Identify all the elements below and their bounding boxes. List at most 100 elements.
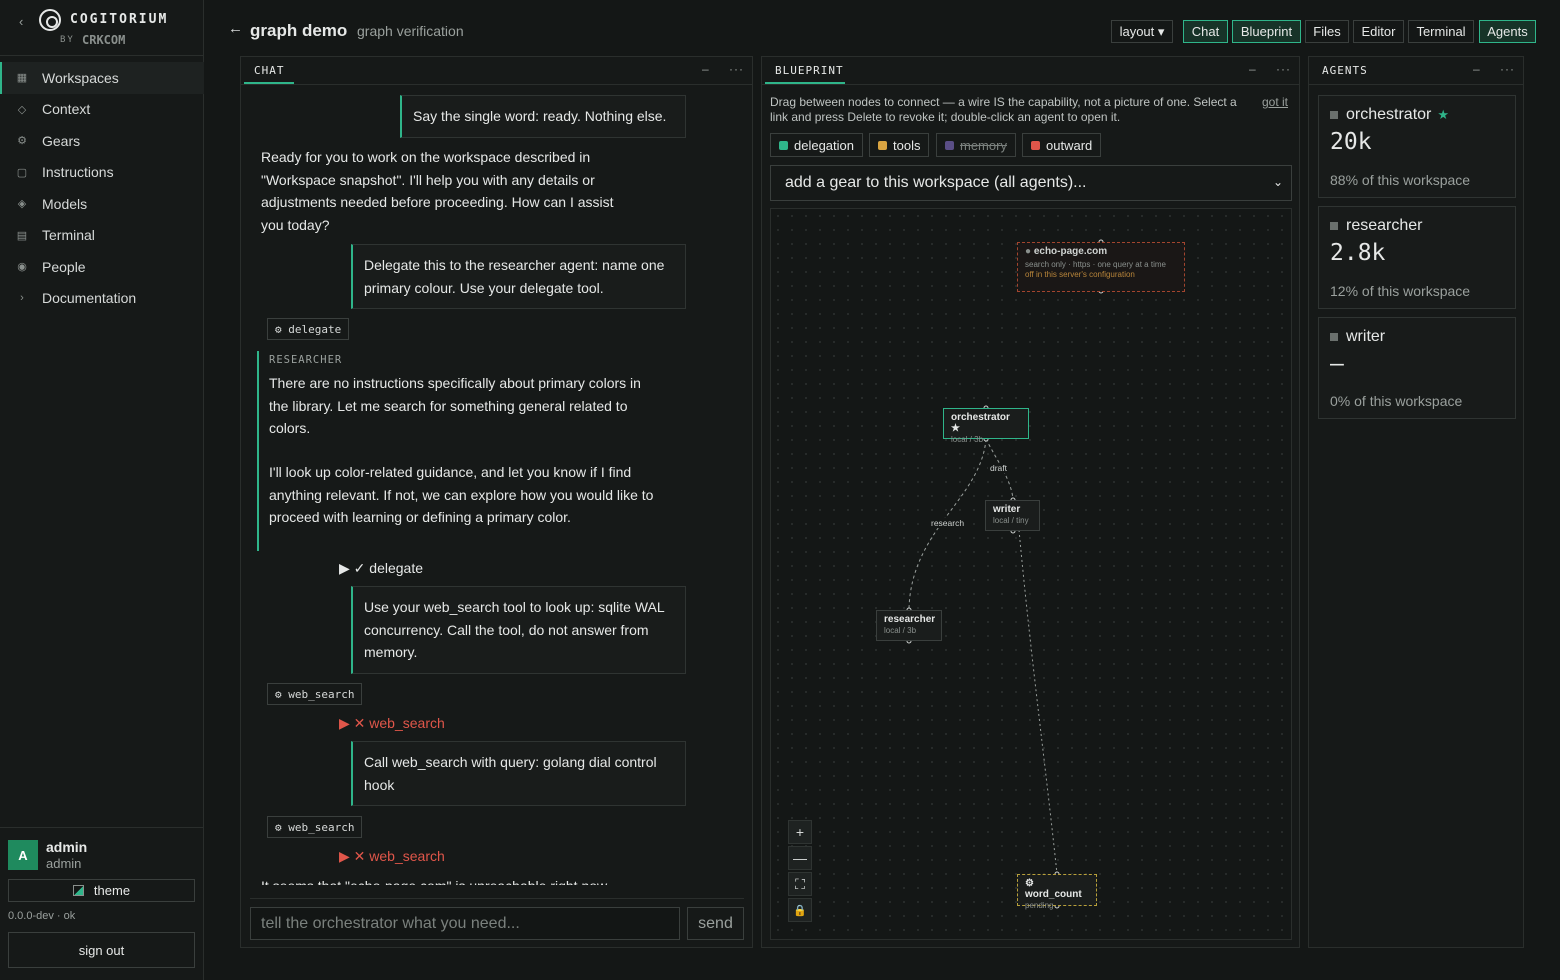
view-files-button[interactable]: Files [1305, 20, 1349, 43]
filter-tools[interactable]: tools [869, 133, 930, 157]
agent-card-writer[interactable]: writer — 0% of this workspace [1318, 317, 1516, 419]
filter-label: delegation [794, 137, 854, 153]
researcher-thread [257, 351, 259, 551]
node-subtitle: local / tiny [993, 516, 1029, 525]
filter-label: tools [893, 137, 921, 153]
chat-message-list[interactable]: Say the single word: ready. Nothing else… [241, 85, 752, 885]
node-title: writer [993, 504, 1021, 515]
zoom-in-button[interactable]: + [788, 820, 812, 844]
chat-panel: CHAT – ··· Say the single word: ready. N… [240, 56, 753, 948]
delegate-result-toggle[interactable]: ▶ ✓ delegate [339, 560, 423, 577]
node-title: orchestrator ★ [951, 412, 1010, 434]
version-status: 0.0.0-dev · ok [8, 910, 76, 922]
node-subtitle: local / 3b [951, 435, 984, 444]
sidebar-item-models[interactable]: ◈ Models [0, 188, 204, 220]
web-search-error-toggle[interactable]: ▶ ✕ web_search [339, 848, 445, 865]
got-it-link[interactable]: got it [1262, 95, 1288, 109]
agent-share: 0% of this workspace [1330, 393, 1463, 409]
terminal-icon: ▤ [16, 229, 28, 242]
sidebar-item-label: Models [42, 195, 88, 212]
sidebar-item-label: Documentation [42, 290, 137, 307]
user-message: Say the single word: ready. Nothing else… [400, 95, 686, 138]
back-arrow-icon[interactable]: ← [228, 20, 243, 37]
sidebar-item-label: People [42, 258, 86, 275]
node-echo-page[interactable]: ● echo-page.com search only · https · on… [1017, 242, 1185, 292]
sidebar-item-label: Context [42, 101, 91, 118]
tool-call-badge[interactable]: ⚙ web_search [267, 816, 363, 838]
divider [250, 898, 744, 899]
tool-call-badge[interactable]: ⚙ web_search [267, 683, 363, 705]
node-word-count[interactable]: ⚙ word_count pending [1017, 874, 1097, 910]
sidebar: ‹ COGITORIUM BY CRKCOM ▦ Workspaces ◇ Cont… [0, 0, 204, 980]
more-options-icon[interactable]: ··· [1500, 62, 1515, 76]
chat-input[interactable]: tell the orchestrator what you need... [250, 907, 680, 940]
brand-by: BY [60, 35, 75, 45]
collapse-sidebar-icon[interactable]: ‹ [19, 14, 23, 29]
add-gear-select[interactable]: add a gear to this workspace (all agents… [770, 165, 1292, 201]
sidebar-item-documentation[interactable]: › Documentation [0, 283, 204, 315]
more-options-icon[interactable]: ··· [1276, 62, 1291, 76]
filter-label: memory [960, 137, 1007, 153]
panel-title: CHAT [254, 64, 285, 77]
document-icon: ▢ [16, 166, 28, 179]
chat-panel-header: CHAT – ··· [241, 57, 752, 85]
brand-header: ‹ COGITORIUM BY CRKCOM [0, 0, 204, 56]
more-options-icon[interactable]: ··· [729, 62, 744, 76]
send-button[interactable]: send [687, 907, 744, 940]
panel-title: BLUEPRINT [775, 64, 844, 77]
sidebar-item-label: Instructions [42, 164, 114, 181]
user-message: Use your web_search tool to look up: sql… [351, 586, 686, 674]
minimize-icon[interactable]: – [1473, 62, 1480, 76]
assistant-message: Ready for you to work on the workspace d… [261, 149, 614, 233]
agent-card-orchestrator[interactable]: orchestrator ★ 20k 88% of this workspace [1318, 95, 1516, 198]
minimize-icon[interactable]: – [702, 62, 709, 76]
user-name: admin [46, 839, 88, 855]
sidebar-item-label: Terminal [42, 227, 95, 244]
page-title: graph demo [250, 21, 348, 40]
outward-swatch [1031, 140, 1040, 150]
web-search-error-toggle[interactable]: ▶ ✕ web_search [339, 715, 445, 732]
sign-out-button[interactable]: sign out [8, 932, 195, 968]
panel-tab-underline [765, 82, 845, 84]
view-blueprint-button[interactable]: Blueprint [1232, 20, 1301, 43]
view-terminal-button[interactable]: Terminal [1408, 20, 1474, 43]
zoom-out-button[interactable]: — [788, 846, 812, 870]
sign-out-label: sign out [78, 942, 125, 958]
node-orchestrator[interactable]: orchestrator ★ local / 3b [943, 408, 1029, 444]
sidebar-item-terminal[interactable]: ▤ Terminal [0, 220, 204, 252]
node-researcher[interactable]: researcher local / 3b [876, 610, 942, 641]
sidebar-item-workspaces[interactable]: ▦ Workspaces [0, 62, 204, 94]
filter-delegation[interactable]: delegation [770, 133, 863, 157]
avatar: A [8, 840, 38, 870]
sidebar-item-instructions[interactable]: ▢ Instructions [0, 157, 204, 189]
chevron-down-icon: ⌄ [1272, 175, 1283, 189]
user-message: Call web_search with query: golang dial … [351, 741, 686, 806]
filter-memory[interactable]: memory [936, 133, 1016, 157]
agents-panel: AGENTS – ··· orchestrator ★ 20k 88% of th… [1308, 56, 1524, 948]
view-editor-button[interactable]: Editor [1353, 20, 1404, 43]
view-chat-button[interactable]: Chat [1183, 20, 1228, 43]
fit-view-button[interactable]: ⛶ [788, 872, 812, 896]
agent-card-researcher[interactable]: researcher 2.8k 12% of this workspace [1318, 206, 1516, 309]
tool-call-badge[interactable]: ⚙ delegate [267, 318, 350, 340]
blueprint-canvas[interactable]: draft research ● echo-page.com search on… [770, 208, 1292, 940]
sidebar-item-gears[interactable]: ⚙ Gears [0, 125, 204, 157]
lock-button[interactable]: 🔒 [788, 898, 812, 922]
theme-button[interactable]: theme [8, 879, 195, 902]
filter-outward[interactable]: outward [1022, 133, 1102, 157]
edge-writer-word-count[interactable] [1018, 529, 1058, 875]
layout-dropdown[interactable]: layout ▾ [1111, 20, 1173, 43]
tools-swatch [878, 140, 887, 150]
agent-status-icon [1330, 111, 1338, 119]
minimize-icon[interactable]: – [1249, 62, 1256, 76]
memory-swatch [945, 140, 954, 150]
panel-tab-underline [244, 82, 294, 84]
add-gear-select-value: add a gear to this workspace (all agents… [785, 174, 1087, 191]
logo-icon [39, 9, 61, 31]
sidebar-nav: ▦ Workspaces ◇ Context ⚙ Gears ▢ Instruction… [0, 62, 204, 314]
view-agents-button[interactable]: Agents [1479, 20, 1536, 43]
sidebar-item-people[interactable]: ◉ People [0, 251, 204, 283]
sidebar-item-context[interactable]: ◇ Context [0, 94, 204, 126]
delegation-swatch [779, 140, 788, 150]
node-writer[interactable]: writer local / tiny [985, 500, 1040, 531]
